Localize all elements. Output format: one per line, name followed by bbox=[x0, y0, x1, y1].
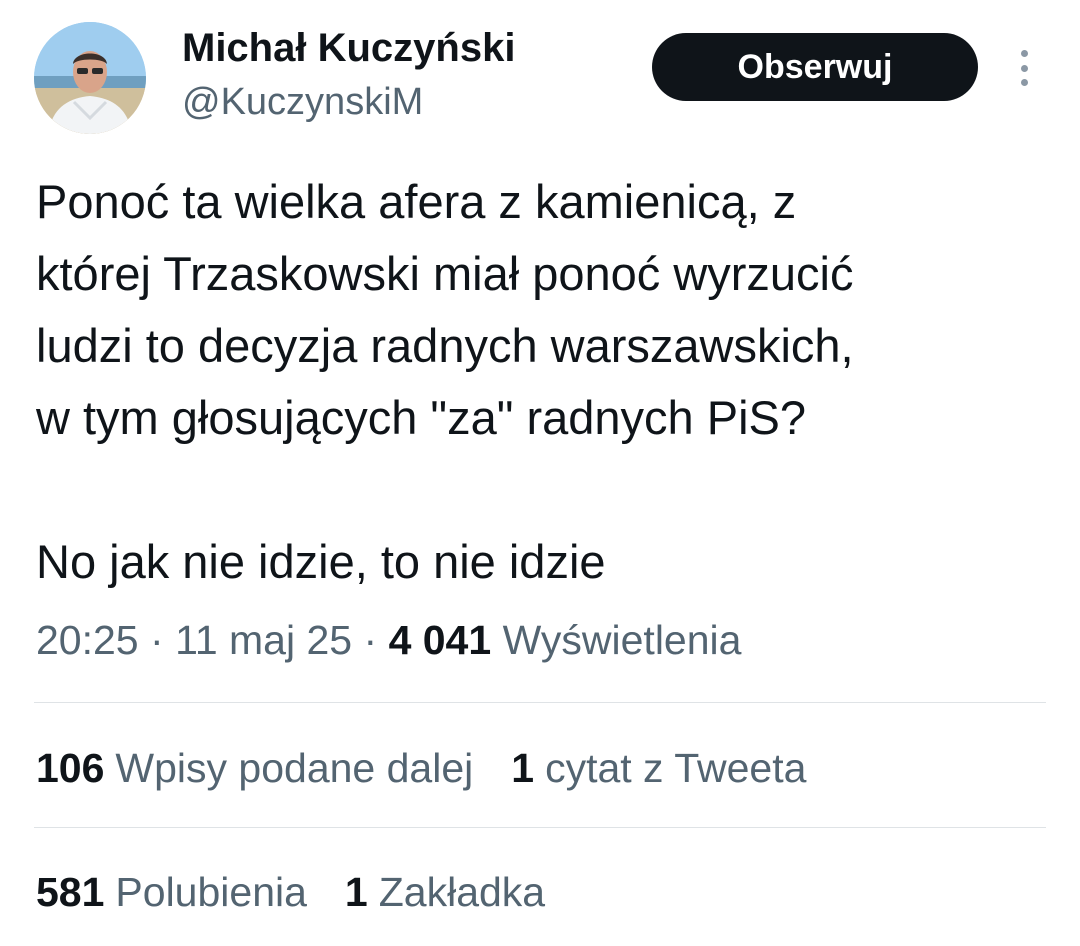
meta-separator: · bbox=[363, 617, 378, 663]
likes-stat[interactable]: 581 Polubienia bbox=[36, 869, 307, 916]
author-display-name[interactable]: Michał Kuczyński bbox=[182, 24, 515, 72]
stats-row-reposts: 106 Wpisy podane dalej 1 cytat z Tweeta bbox=[36, 738, 844, 798]
likes-label: Polubienia bbox=[115, 868, 307, 915]
divider bbox=[34, 827, 1046, 828]
quotes-label: cytat z Tweeta bbox=[545, 744, 807, 791]
more-vertical-icon-dot bbox=[1020, 79, 1028, 86]
retweets-label: Wpisy podane dalej bbox=[115, 744, 474, 791]
divider bbox=[34, 702, 1046, 703]
likes-count: 581 bbox=[36, 868, 105, 915]
retweets-stat[interactable]: 106 Wpisy podane dalej bbox=[36, 745, 473, 792]
meta-separator: · bbox=[150, 617, 164, 663]
tweet-meta: 20:25 · 11 maj 25 · 4 041 Wyświetlenia bbox=[36, 612, 741, 668]
quotes-count: 1 bbox=[511, 744, 535, 791]
bookmarks-label: Zakładka bbox=[378, 868, 546, 915]
tweet-text: Ponoć ta wielka afera z kamienicą, z któ… bbox=[36, 175, 854, 588]
bookmarks-stat[interactable]: 1 Zakładka bbox=[345, 869, 545, 916]
more-options-button[interactable] bbox=[1006, 46, 1042, 90]
avatar-photo bbox=[34, 22, 146, 134]
follow-button[interactable]: Obserwuj bbox=[652, 33, 978, 101]
views-count: 4 041 bbox=[388, 617, 492, 663]
author-handle[interactable]: @KuczynskiM bbox=[182, 80, 423, 124]
stats-row-likes: 581 Polubienia 1 Zakładka bbox=[36, 862, 583, 922]
more-vertical-icon bbox=[1020, 50, 1028, 57]
avatar[interactable] bbox=[34, 22, 146, 134]
views-label: Wyświetlenia bbox=[502, 617, 742, 663]
quotes-stat[interactable]: 1 cytat z Tweeta bbox=[511, 745, 806, 792]
tweet-time[interactable]: 20:25 bbox=[36, 617, 139, 663]
tweet-date[interactable]: 11 maj 25 bbox=[175, 617, 352, 663]
bookmarks-count: 1 bbox=[344, 868, 368, 915]
more-vertical-icon-dot bbox=[1020, 64, 1028, 72]
tweet-header: Michał Kuczyński @KuczynskiM Obserwuj bbox=[0, 0, 1080, 150]
retweets-count: 106 bbox=[36, 744, 105, 791]
